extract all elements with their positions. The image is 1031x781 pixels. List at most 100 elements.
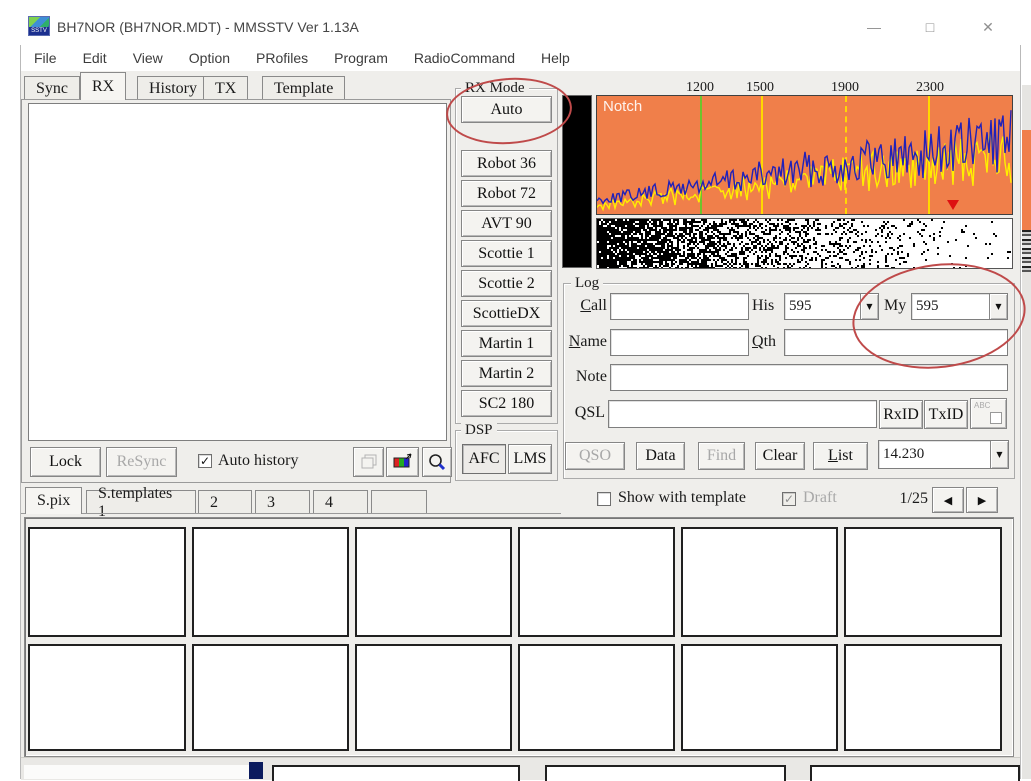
qth-label: Qth bbox=[752, 333, 776, 351]
note-input[interactable] bbox=[610, 364, 1008, 391]
magnifier-button[interactable] bbox=[422, 447, 452, 477]
next-page-button[interactable]: ▶ bbox=[966, 487, 998, 513]
rxid-label: RxID bbox=[883, 406, 919, 424]
afc-button[interactable]: AFC bbox=[462, 444, 506, 474]
frequency-dropdown-icon[interactable]: ▼ bbox=[990, 441, 1008, 468]
tab-spare[interactable] bbox=[371, 490, 427, 514]
txid-button[interactable]: TxID bbox=[924, 400, 968, 429]
spix-thumbnail[interactable] bbox=[28, 527, 186, 637]
freq-label-1900: 1900 bbox=[825, 80, 865, 96]
waterfall-display[interactable] bbox=[596, 218, 1013, 269]
spectrum-traces bbox=[597, 96, 1012, 214]
rx-mode-martin2-button[interactable]: Martin 2 bbox=[461, 360, 552, 387]
qso-button[interactable]: QSO bbox=[565, 442, 625, 470]
spix-thumbnail[interactable] bbox=[192, 644, 349, 751]
rxid-button[interactable]: RxID bbox=[879, 400, 923, 429]
his-combo[interactable]: 595 ▼ bbox=[784, 293, 879, 320]
frequency-combo[interactable]: 14.230 ▼ bbox=[878, 440, 1009, 469]
rx-mode-scottie1-button[interactable]: Scottie 1 bbox=[461, 240, 552, 267]
menu-profiles[interactable]: PRofiles bbox=[243, 50, 321, 66]
tab-stemplates4[interactable]: 4 bbox=[313, 490, 368, 514]
prev-icon: ◀ bbox=[944, 494, 952, 507]
lms-button[interactable]: LMS bbox=[508, 444, 552, 474]
my-dropdown-icon[interactable]: ▼ bbox=[989, 294, 1007, 319]
name-label-text: Name bbox=[569, 333, 607, 351]
draft-checkbox[interactable]: ✓ bbox=[782, 492, 796, 506]
tab-stemplates2[interactable]: 2 bbox=[198, 490, 252, 514]
rx-mode-label: Scottie 1 bbox=[478, 245, 534, 263]
spix-thumbnail[interactable] bbox=[681, 644, 838, 751]
copy-history-button[interactable] bbox=[353, 447, 384, 477]
list-button[interactable]: List bbox=[813, 442, 868, 470]
qsl-input[interactable] bbox=[608, 400, 877, 428]
his-value: 595 bbox=[785, 294, 860, 319]
qth-input[interactable] bbox=[784, 329, 1008, 356]
spix-thumbnail[interactable] bbox=[355, 644, 512, 751]
menu-file[interactable]: File bbox=[21, 50, 70, 66]
menu-help[interactable]: Help bbox=[528, 50, 583, 66]
tab-stemplates4-label: 4 bbox=[325, 494, 333, 512]
spix-thumbnail[interactable] bbox=[518, 527, 675, 637]
abc-fix-button[interactable]: ABC bbox=[970, 398, 1007, 429]
spix-thumbnail[interactable] bbox=[28, 644, 186, 751]
show-with-template-checkbox[interactable] bbox=[597, 492, 611, 506]
spix-thumbnail[interactable] bbox=[681, 527, 838, 637]
call-input[interactable] bbox=[610, 293, 749, 320]
freq-label-1200: 1200 bbox=[680, 80, 720, 96]
spix-thumbnail[interactable] bbox=[355, 527, 512, 637]
menu-view[interactable]: View bbox=[120, 50, 176, 66]
rx-mode-robot36-button[interactable]: Robot 36 bbox=[461, 150, 552, 177]
auto-history-checkbox[interactable]: ✓ bbox=[198, 454, 212, 468]
lock-button[interactable]: Lock bbox=[30, 447, 101, 477]
tab-stemplates1[interactable]: S.templates 1 bbox=[86, 490, 196, 514]
rx-image-display[interactable] bbox=[28, 103, 447, 441]
spix-thumbnail[interactable] bbox=[192, 527, 349, 637]
tab-sync[interactable]: Sync bbox=[24, 76, 80, 100]
tab-tx-label: TX bbox=[215, 80, 236, 98]
prev-page-button[interactable]: ◀ bbox=[932, 487, 964, 513]
lms-label: LMS bbox=[514, 450, 547, 468]
his-dropdown-icon[interactable]: ▼ bbox=[860, 294, 878, 319]
menu-program[interactable]: Program bbox=[321, 50, 401, 66]
menu-radiocommand[interactable]: RadioCommand bbox=[401, 50, 528, 66]
spix-thumbnail[interactable] bbox=[844, 644, 1002, 751]
my-combo[interactable]: 595 ▼ bbox=[911, 293, 1008, 320]
waterfall-noise bbox=[597, 219, 1012, 268]
name-input[interactable] bbox=[610, 329, 749, 356]
spix-thumbnail[interactable] bbox=[844, 527, 1002, 637]
tab-spix[interactable]: S.pix bbox=[25, 487, 82, 514]
tab-spix-label: S.pix bbox=[37, 492, 70, 510]
rx-mode-scottie2-button[interactable]: Scottie 2 bbox=[461, 270, 552, 297]
clear-button[interactable]: Clear bbox=[755, 442, 805, 470]
rx-mode-scottiedx-button[interactable]: ScottieDX bbox=[461, 300, 552, 327]
find-button[interactable]: Find bbox=[698, 442, 745, 470]
call-label: Call bbox=[560, 297, 607, 315]
rx-mode-robot72-button[interactable]: Robot 72 bbox=[461, 180, 552, 207]
data-button[interactable]: Data bbox=[636, 442, 685, 470]
rx-mode-avt90-button[interactable]: AVT 90 bbox=[461, 210, 552, 237]
resync-button[interactable]: ReSync bbox=[106, 447, 177, 477]
my-label: My bbox=[884, 297, 906, 315]
page-indicator: 1/25 bbox=[888, 490, 928, 508]
tab-template[interactable]: Template bbox=[262, 76, 345, 100]
close-icon: ✕ bbox=[982, 19, 994, 36]
minimize-button[interactable]: — bbox=[852, 13, 896, 41]
trace-blue bbox=[597, 110, 1011, 203]
maximize-button[interactable]: □ bbox=[908, 13, 952, 41]
spix-thumbnail[interactable] bbox=[518, 644, 675, 751]
spectrum-display[interactable]: Notch bbox=[596, 95, 1013, 215]
menu-edit[interactable]: Edit bbox=[70, 50, 120, 66]
tab-stemplates3[interactable]: 3 bbox=[255, 490, 310, 514]
rx-mode-sc2180-button[interactable]: SC2 180 bbox=[461, 390, 552, 417]
tab-tx[interactable]: TX bbox=[203, 76, 248, 100]
close-button[interactable]: ✕ bbox=[966, 13, 1010, 41]
tab-stemplates3-label: 3 bbox=[267, 494, 275, 512]
qso-label: QSO bbox=[579, 447, 611, 465]
tab-history[interactable]: History bbox=[137, 76, 209, 100]
tab-stemplates2-label: 2 bbox=[210, 494, 218, 512]
rx-mode-auto-button[interactable]: Auto bbox=[461, 96, 552, 123]
open-picture-button[interactable] bbox=[386, 447, 419, 477]
tab-rx[interactable]: RX bbox=[80, 72, 126, 100]
rx-mode-martin1-button[interactable]: Martin 1 bbox=[461, 330, 552, 357]
menu-option[interactable]: Option bbox=[176, 50, 243, 66]
